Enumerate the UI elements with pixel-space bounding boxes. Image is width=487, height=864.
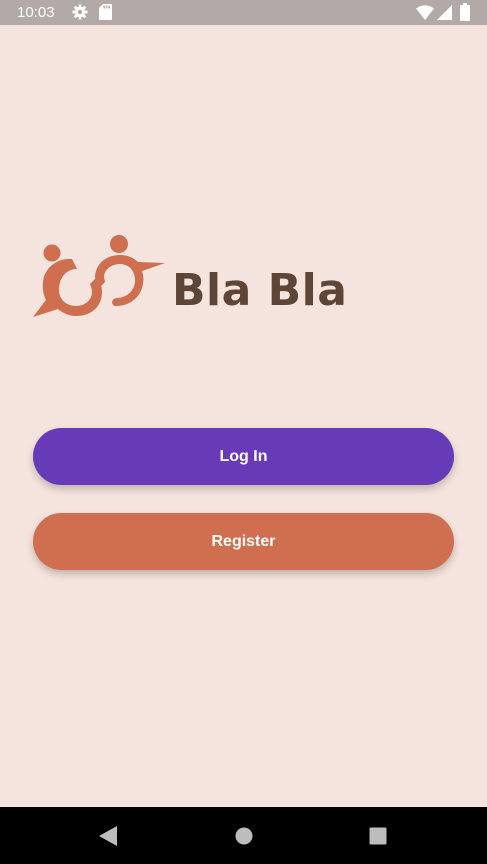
- status-time: 10:03: [17, 4, 55, 21]
- login-button[interactable]: Log In: [33, 428, 454, 485]
- recents-icon[interactable]: [369, 827, 387, 849]
- wifi-icon: [416, 5, 434, 24]
- navigation-bar: [0, 807, 487, 864]
- home-icon[interactable]: [235, 827, 253, 849]
- logo-mark-icon: [33, 235, 165, 317]
- gear-icon: [72, 4, 88, 24]
- signal-icon: [437, 5, 452, 24]
- brand-name: Bla Bla: [172, 265, 348, 316]
- status-bar: 10:03: [0, 0, 487, 25]
- register-button[interactable]: Register: [33, 513, 454, 570]
- sd-card-icon: [99, 4, 112, 24]
- battery-icon: [460, 3, 470, 25]
- app-logo: Bla Bla: [32, 232, 362, 324]
- back-icon[interactable]: [99, 826, 117, 850]
